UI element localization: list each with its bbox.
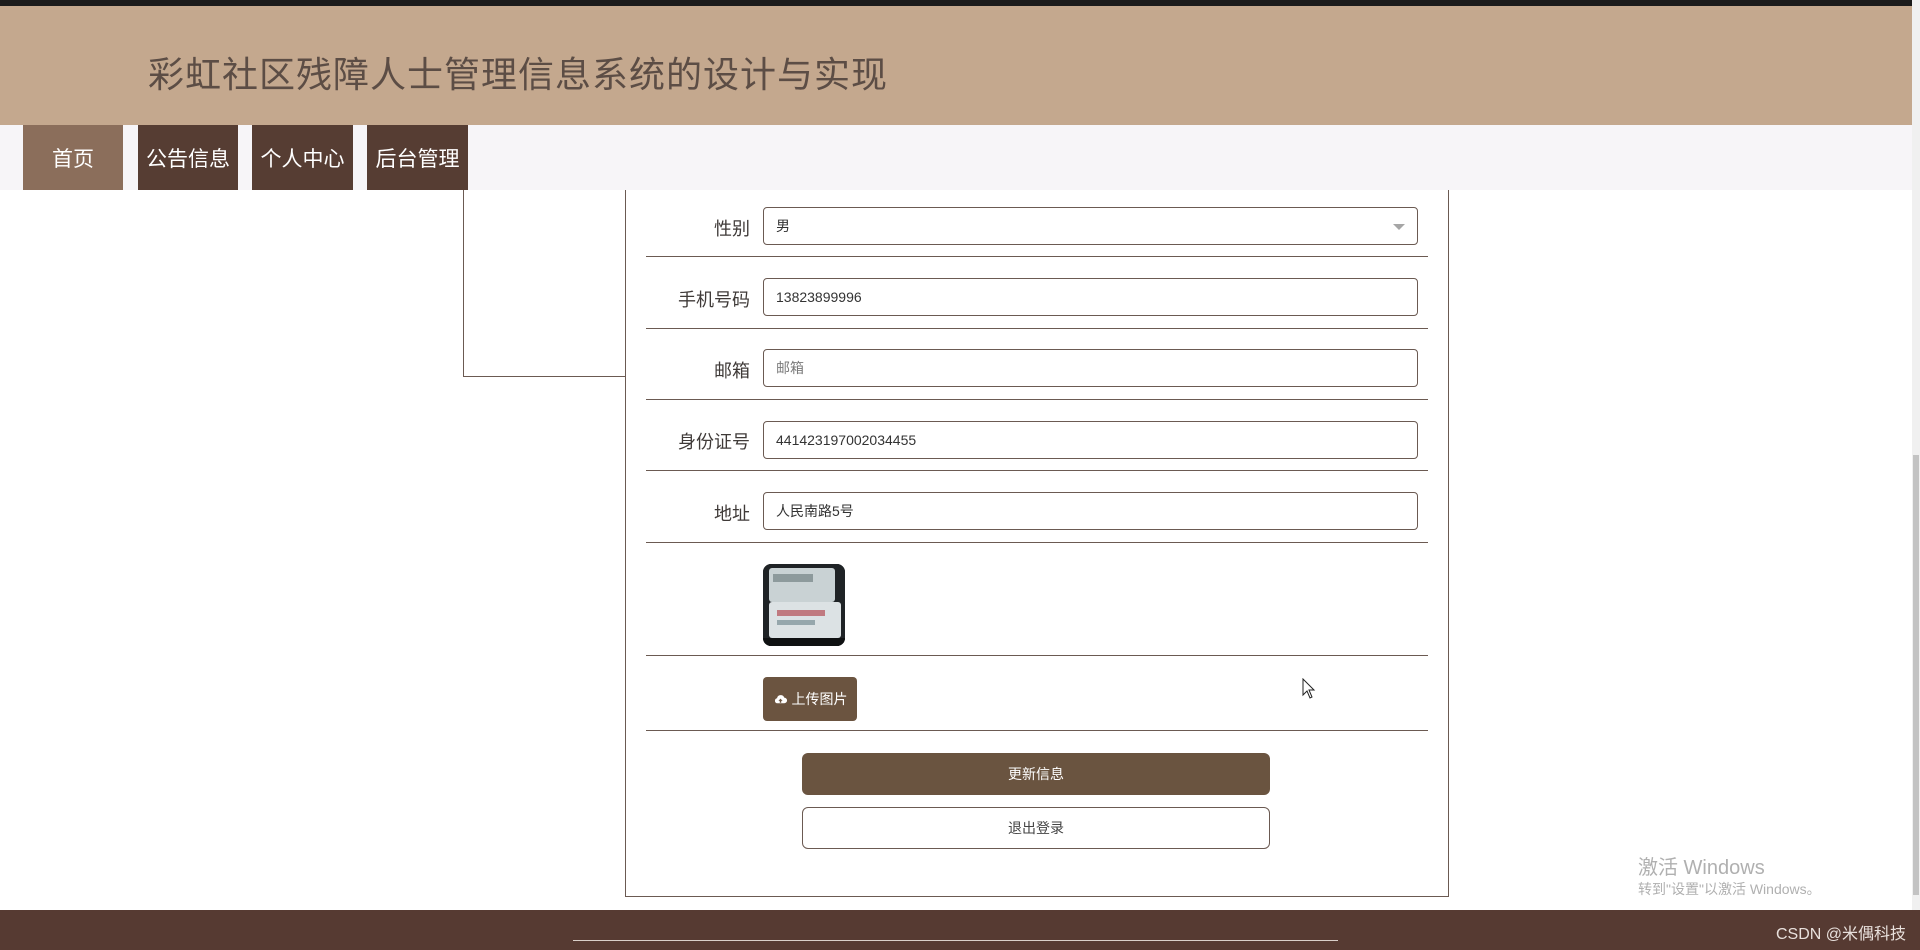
row-divider — [646, 730, 1428, 731]
sidebar-frame — [463, 190, 626, 377]
id-card-label: 身份证号 — [678, 432, 750, 452]
page-footer — [0, 910, 1920, 950]
row-divider — [646, 470, 1428, 471]
nav-admin[interactable]: 后台管理 — [367, 125, 468, 190]
mouse-cursor-icon — [1302, 678, 1316, 699]
id-card-field[interactable]: 441423197002034455 — [763, 421, 1418, 459]
email-label: 邮箱 — [714, 361, 750, 381]
update-info-button[interactable]: 更新信息 — [802, 753, 1270, 795]
phone-label: 手机号码 — [678, 290, 750, 310]
nav-announcements[interactable]: 公告信息 — [138, 125, 238, 190]
phone-field[interactable]: 13823899996 — [763, 278, 1418, 316]
scrollbar-thumb[interactable] — [1913, 455, 1919, 895]
nav-home[interactable]: 首页 — [23, 125, 123, 190]
upload-image-button[interactable]: 上传图片 — [763, 677, 857, 721]
app-window: 彩虹社区残障人士管理信息系统的设计与实现 首页 公告信息 个人中心 后台管理 性… — [0, 0, 1920, 950]
gender-label: 性别 — [714, 219, 750, 239]
row-divider — [646, 328, 1428, 329]
footer-credit: CSDN @米偶科技 — [1775, 926, 1906, 943]
avatar-photo — [763, 564, 845, 646]
email-field[interactable]: 邮箱 — [763, 349, 1418, 387]
logout-button[interactable]: 退出登录 — [802, 807, 1270, 849]
cloud-upload-icon — [774, 694, 787, 703]
row-divider — [646, 655, 1428, 656]
address-label: 地址 — [714, 504, 750, 524]
site-header: 彩虹社区残障人士管理信息系统的设计与实现 — [0, 6, 1912, 125]
windows-activation-title: 激活 Windows — [1638, 857, 1765, 879]
upload-image-label: 上传图片 — [791, 691, 848, 707]
row-divider — [646, 542, 1428, 543]
gender-select[interactable]: 男 — [763, 207, 1418, 245]
footer-divider — [573, 940, 1338, 941]
nav-personal-center[interactable]: 个人中心 — [252, 125, 353, 190]
site-title: 彩虹社区残障人士管理信息系统的设计与实现 — [148, 54, 889, 95]
row-divider — [646, 399, 1428, 400]
windows-activation-subtitle: 转到"设置"以激活 Windows。 — [1638, 881, 1821, 897]
chevron-down-icon — [1393, 224, 1405, 230]
address-field[interactable]: 人民南路5号 — [763, 492, 1418, 530]
photo-thumbnail-image — [763, 564, 845, 646]
row-divider — [646, 256, 1428, 257]
gender-value: 男 — [776, 218, 790, 234]
